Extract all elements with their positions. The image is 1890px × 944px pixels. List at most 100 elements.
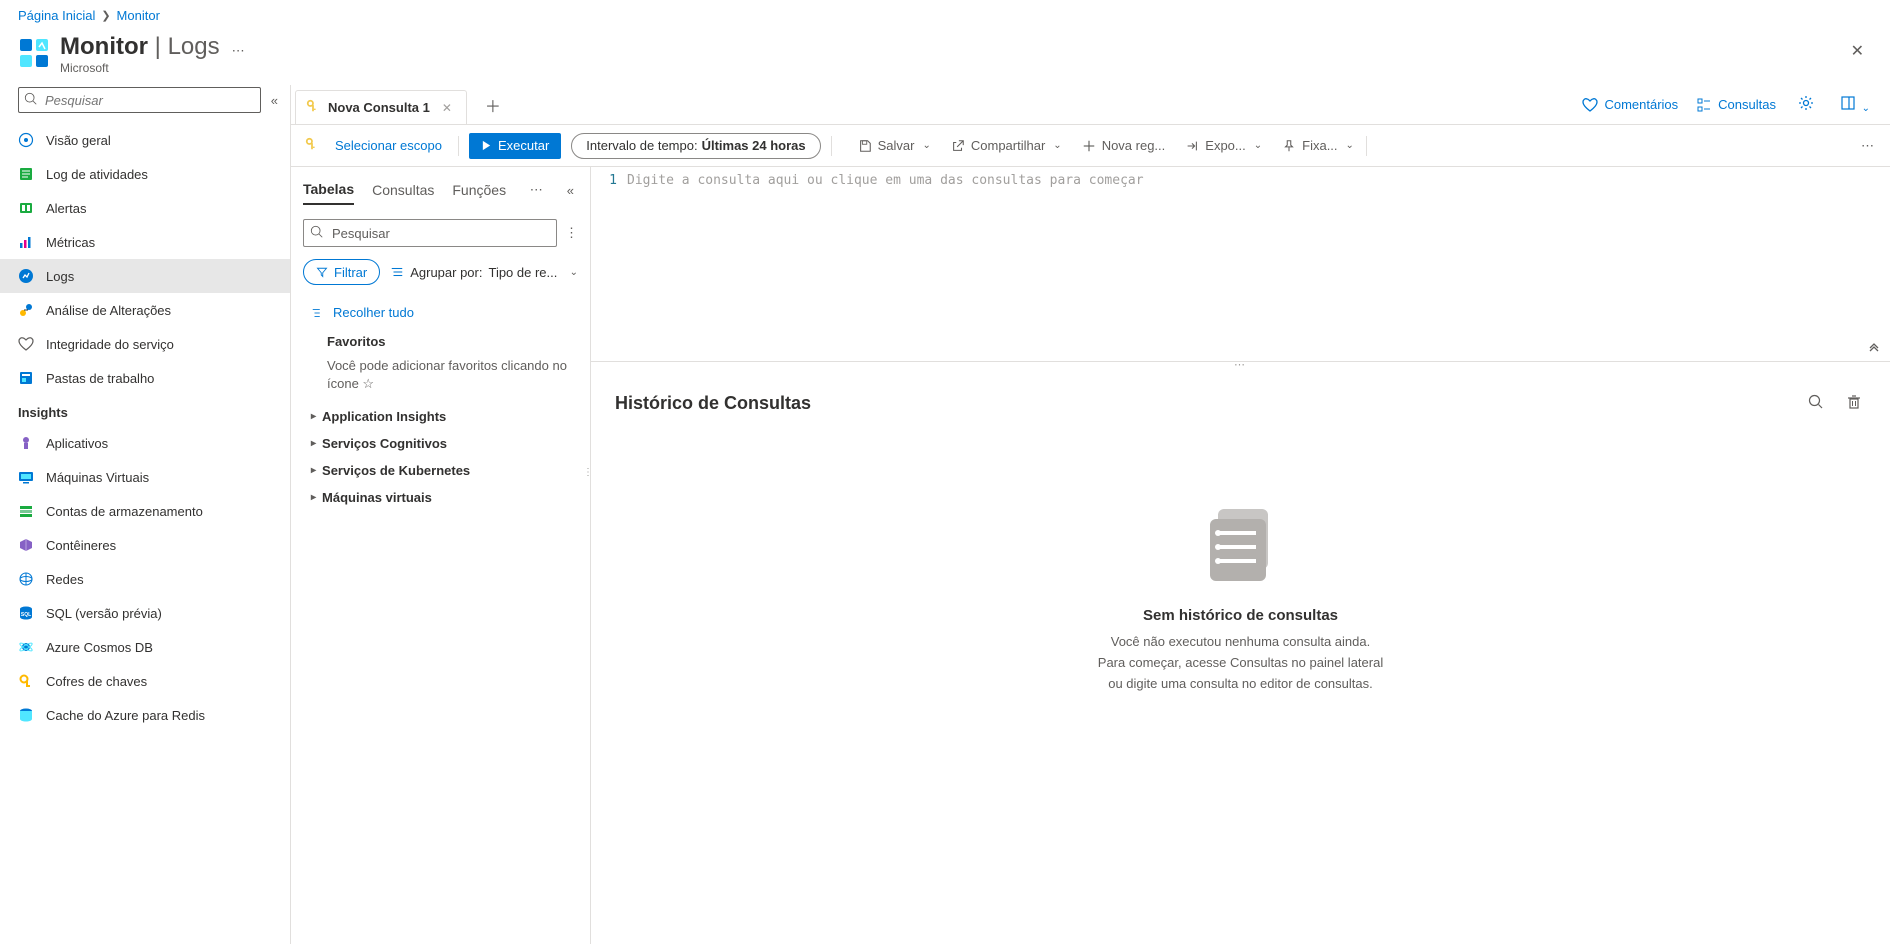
export-button[interactable]: Expo...⌄ <box>1177 134 1270 157</box>
nav-label: Logs <box>46 269 74 284</box>
delete-history-button[interactable] <box>1842 390 1866 417</box>
tab-close-button[interactable]: ✕ <box>438 99 456 117</box>
nav-containers[interactable]: Contêineres <box>0 528 290 562</box>
nav-storage-accounts[interactable]: Contas de armazenamento <box>0 494 290 528</box>
nav-label: Alertas <box>46 201 86 216</box>
nav-label: Contas de armazenamento <box>46 504 203 519</box>
plus-icon <box>1082 139 1096 153</box>
change-analysis-icon <box>18 302 34 318</box>
query-tab[interactable]: Nova Consulta 1 ✕ <box>295 90 467 124</box>
page-header: Monitor | Logs Microsoft ⋯ ✕ <box>0 27 1890 85</box>
close-button[interactable]: ✕ <box>1845 35 1870 67</box>
redis-icon <box>18 707 34 723</box>
keyvault-icon <box>18 673 34 689</box>
containers-icon <box>18 537 34 553</box>
schema-search-more[interactable]: ⋮ <box>565 225 578 241</box>
nav-service-health[interactable]: Integridade do serviço <box>0 327 290 361</box>
panels-button[interactable]: ⌄ <box>1836 91 1874 118</box>
applications-icon <box>18 435 34 451</box>
group-icon <box>390 265 404 279</box>
schema-more-button[interactable]: ⋯ <box>530 182 545 198</box>
empty-text: Você não executou nenhuma consulta ainda… <box>1098 632 1383 694</box>
run-button[interactable]: Executar <box>469 133 561 159</box>
group-by-dropdown[interactable]: Agrupar por: Tipo de re... ⌄ <box>390 265 578 280</box>
nav-redis-cache[interactable]: Cache do Azure para Redis <box>0 698 290 732</box>
share-icon <box>951 139 965 153</box>
breadcrumb-current[interactable]: Monitor <box>117 8 160 23</box>
collapse-all-button[interactable]: Recolher tudo <box>311 301 578 330</box>
search-icon <box>310 225 324 239</box>
nav-sql[interactable]: SQLSQL (versão prévia) <box>0 596 290 630</box>
nav-virtual-machines[interactable]: Máquinas Virtuais <box>0 460 290 494</box>
nav-section-insights: Insights <box>0 395 290 426</box>
play-icon <box>481 140 492 151</box>
nav-metrics[interactable]: Métricas <box>0 225 290 259</box>
monitor-icon <box>18 37 50 69</box>
nav-label: Cofres de chaves <box>46 674 147 689</box>
nav-activity-log[interactable]: Log de atividades <box>0 157 290 191</box>
nav-label: Visão geral <box>46 133 111 148</box>
schema-panel: Tabelas Consultas Funções ⋯ « ⋮ <box>291 167 591 944</box>
schema-search-input[interactable] <box>303 219 557 247</box>
tree-category[interactable]: Serviços de Kubernetes <box>311 457 578 484</box>
queries-button[interactable]: Consultas <box>1696 97 1776 113</box>
vertical-resize-handle[interactable]: ⋯ <box>591 362 1890 372</box>
nav-label: Redes <box>46 572 84 587</box>
toolbar-more-button[interactable]: ⋯ <box>1857 134 1880 158</box>
settings-button[interactable] <box>1794 91 1818 118</box>
key-icon <box>306 99 320 116</box>
share-button[interactable]: Compartilhar⌄ <box>943 134 1070 157</box>
panel-icon <box>1840 95 1856 111</box>
feedback-button[interactable]: Comentários <box>1582 97 1678 113</box>
query-tabs: Nova Consulta 1 ✕ ＋ Comentários Consulta… <box>291 85 1890 125</box>
nav-key-vaults[interactable]: Cofres de chaves <box>0 664 290 698</box>
nav-change-analysis[interactable]: Análise de Alterações <box>0 293 290 327</box>
breadcrumb-home[interactable]: Página Inicial <box>18 8 95 23</box>
favorites-heading: Favoritos <box>311 330 578 353</box>
overview-icon <box>18 132 34 148</box>
time-range-picker[interactable]: Intervalo de tempo:Últimas 24 horas <box>571 133 820 159</box>
schema-tab-tables[interactable]: Tabelas <box>303 175 354 205</box>
empty-list-icon <box>1196 497 1286 587</box>
filter-icon <box>316 266 328 278</box>
nav-workbooks[interactable]: Pastas de trabalho <box>0 361 290 395</box>
nav-overview[interactable]: Visão geral <box>0 123 290 157</box>
new-tab-button[interactable]: ＋ <box>477 89 509 121</box>
header-more-button[interactable]: ⋯ <box>232 43 247 59</box>
search-history-button[interactable] <box>1804 390 1828 417</box>
nav-label: Integridade do serviço <box>46 337 174 352</box>
logs-icon <box>18 268 34 284</box>
nav-label: Pastas de trabalho <box>46 371 154 386</box>
sidebar-search-input[interactable] <box>18 87 261 113</box>
sidebar-search[interactable] <box>18 87 261 113</box>
storage-icon <box>18 503 34 519</box>
tree-category[interactable]: Serviços Cognitivos <box>311 430 578 457</box>
separator <box>458 136 459 156</box>
separator <box>1366 136 1367 156</box>
nav-applications[interactable]: Aplicativos <box>0 426 290 460</box>
activity-log-icon <box>18 166 34 182</box>
pin-button[interactable]: Fixa...⌄ <box>1274 134 1362 157</box>
collapse-editor-button[interactable] <box>1868 340 1880 355</box>
schema-tab-queries[interactable]: Consultas <box>372 176 434 204</box>
queries-icon <box>1696 97 1712 113</box>
nav-alerts[interactable]: Alertas <box>0 191 290 225</box>
vm-icon <box>18 469 34 485</box>
nav-networks[interactable]: Redes <box>0 562 290 596</box>
collapse-schema-button[interactable]: « <box>563 181 578 200</box>
save-button[interactable]: Salvar⌄ <box>850 134 939 157</box>
nav-logs[interactable]: Logs <box>0 259 290 293</box>
filter-button[interactable]: Filtrar <box>303 259 380 285</box>
line-number: 1 <box>591 173 627 188</box>
nav-cosmos-db[interactable]: Azure Cosmos DB <box>0 630 290 664</box>
new-rule-button[interactable]: Nova reg... <box>1074 134 1174 157</box>
tree-category[interactable]: Application Insights <box>311 403 578 430</box>
svg-text:SQL: SQL <box>21 612 31 618</box>
select-scope-link[interactable]: Selecionar escopo <box>335 138 442 153</box>
export-icon <box>1185 139 1199 153</box>
schema-tab-functions[interactable]: Funções <box>452 176 506 204</box>
collapse-sidebar-button[interactable]: « <box>271 93 278 108</box>
tree-category[interactable]: Máquinas virtuais <box>311 484 578 511</box>
favorites-hint: Você pode adicionar favoritos clicando n… <box>311 353 578 403</box>
query-editor[interactable]: 1 Digite a consulta aqui ou clique em um… <box>591 167 1890 362</box>
